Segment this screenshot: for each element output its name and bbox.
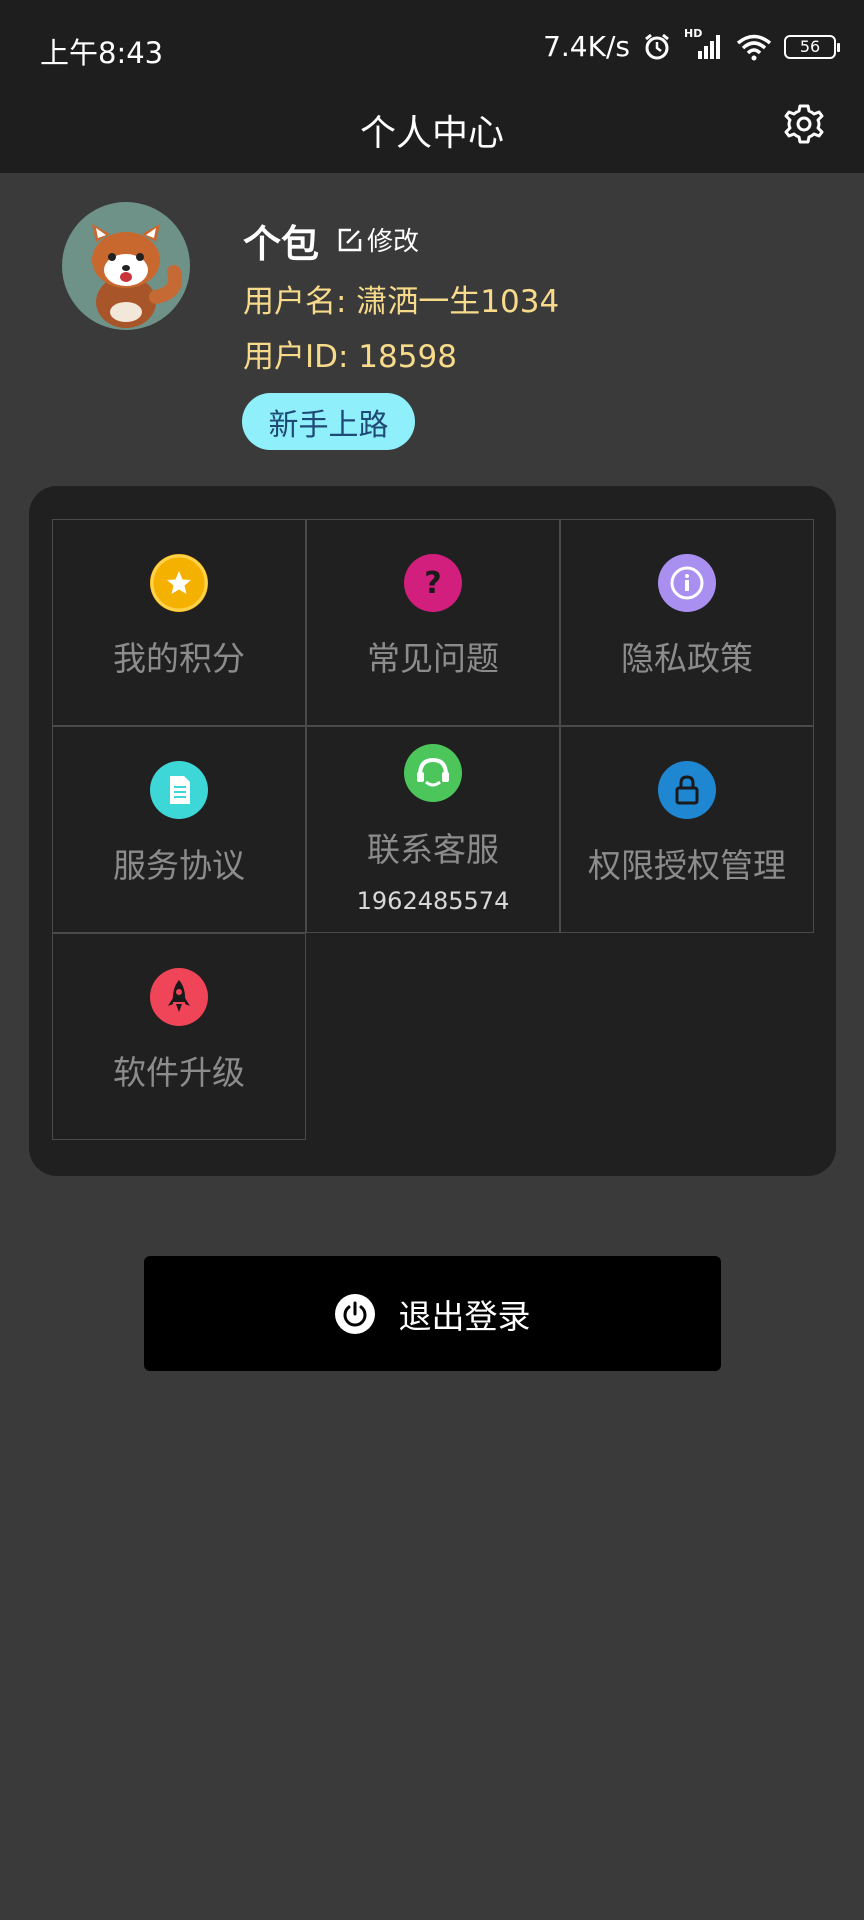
level-badge: 新手上路	[242, 393, 415, 450]
menu-item-customer-service[interactable]: 联系客服 1962485574	[306, 726, 560, 933]
document-icon	[150, 761, 208, 819]
battery-icon: 56	[784, 34, 840, 59]
menu-item-privacy[interactable]: 隐私政策	[560, 519, 814, 726]
menu-item-label: 权限授权管理	[588, 846, 786, 885]
menu-item-upgrade[interactable]: 软件升级	[52, 933, 306, 1140]
menu-item-label: 隐私政策	[621, 639, 753, 678]
menu-card: 我的积分 ? 常见问题 隐私政策 服务协议 联系客服 1962485574 权限…	[29, 486, 836, 1176]
menu-item-label: 联系客服	[367, 830, 499, 869]
alarm-icon	[642, 32, 672, 62]
user-id: 用户ID: 18598	[243, 339, 457, 375]
avatar[interactable]	[62, 202, 190, 330]
lock-icon	[658, 761, 716, 819]
edit-icon	[338, 228, 362, 251]
hd-tag: HD	[684, 26, 703, 40]
logout-label: 退出登录	[398, 1296, 531, 1336]
menu-item-label: 我的积分	[113, 639, 245, 678]
app-header: 个人中心	[0, 98, 864, 173]
status-bar: 上午8:43 7.4K/s HD 56	[0, 0, 864, 98]
net-speed: 7.4K/s	[543, 30, 630, 63]
page-title: 个人中心	[359, 113, 504, 154]
settings-button[interactable]	[780, 100, 828, 148]
battery-level: 56	[799, 37, 821, 56]
menu-item-label: 服务协议	[113, 846, 245, 885]
info-icon	[658, 554, 716, 612]
star-icon	[150, 554, 208, 612]
status-time: 上午8:43	[40, 36, 164, 70]
menu-item-points[interactable]: 我的积分	[52, 519, 306, 726]
gear-icon	[784, 104, 824, 144]
power-icon	[334, 1293, 375, 1334]
red-panda-avatar-icon	[92, 224, 183, 328]
question-icon: ?	[404, 554, 462, 612]
logout-button[interactable]: 退出登录	[144, 1256, 721, 1371]
menu-item-service-agreement[interactable]: 服务协议	[52, 726, 306, 933]
svg-text:?: ?	[424, 566, 441, 601]
username: 用户名: 潇洒一生1034	[243, 284, 560, 320]
cell-signal-icon: HD	[684, 27, 724, 61]
edit-label: 修改	[367, 227, 420, 257]
menu-item-label: 软件升级	[113, 1053, 245, 1092]
profile-section: 个包 修改 用户名: 潇洒一生1034 用户ID: 18598 新手上路	[0, 173, 864, 486]
nickname: 个包	[243, 222, 320, 266]
menu-item-label: 常见问题	[367, 639, 499, 678]
menu-item-faq[interactable]: ? 常见问题	[306, 519, 560, 726]
customer-service-number: 1962485574	[356, 887, 510, 915]
wifi-icon	[736, 33, 772, 61]
menu-item-permissions[interactable]: 权限授权管理	[560, 726, 814, 933]
status-icons: 7.4K/s HD 56	[543, 27, 840, 63]
rocket-icon	[150, 968, 208, 1026]
headset-icon	[404, 744, 462, 802]
edit-profile-button[interactable]: 修改	[337, 221, 419, 258]
